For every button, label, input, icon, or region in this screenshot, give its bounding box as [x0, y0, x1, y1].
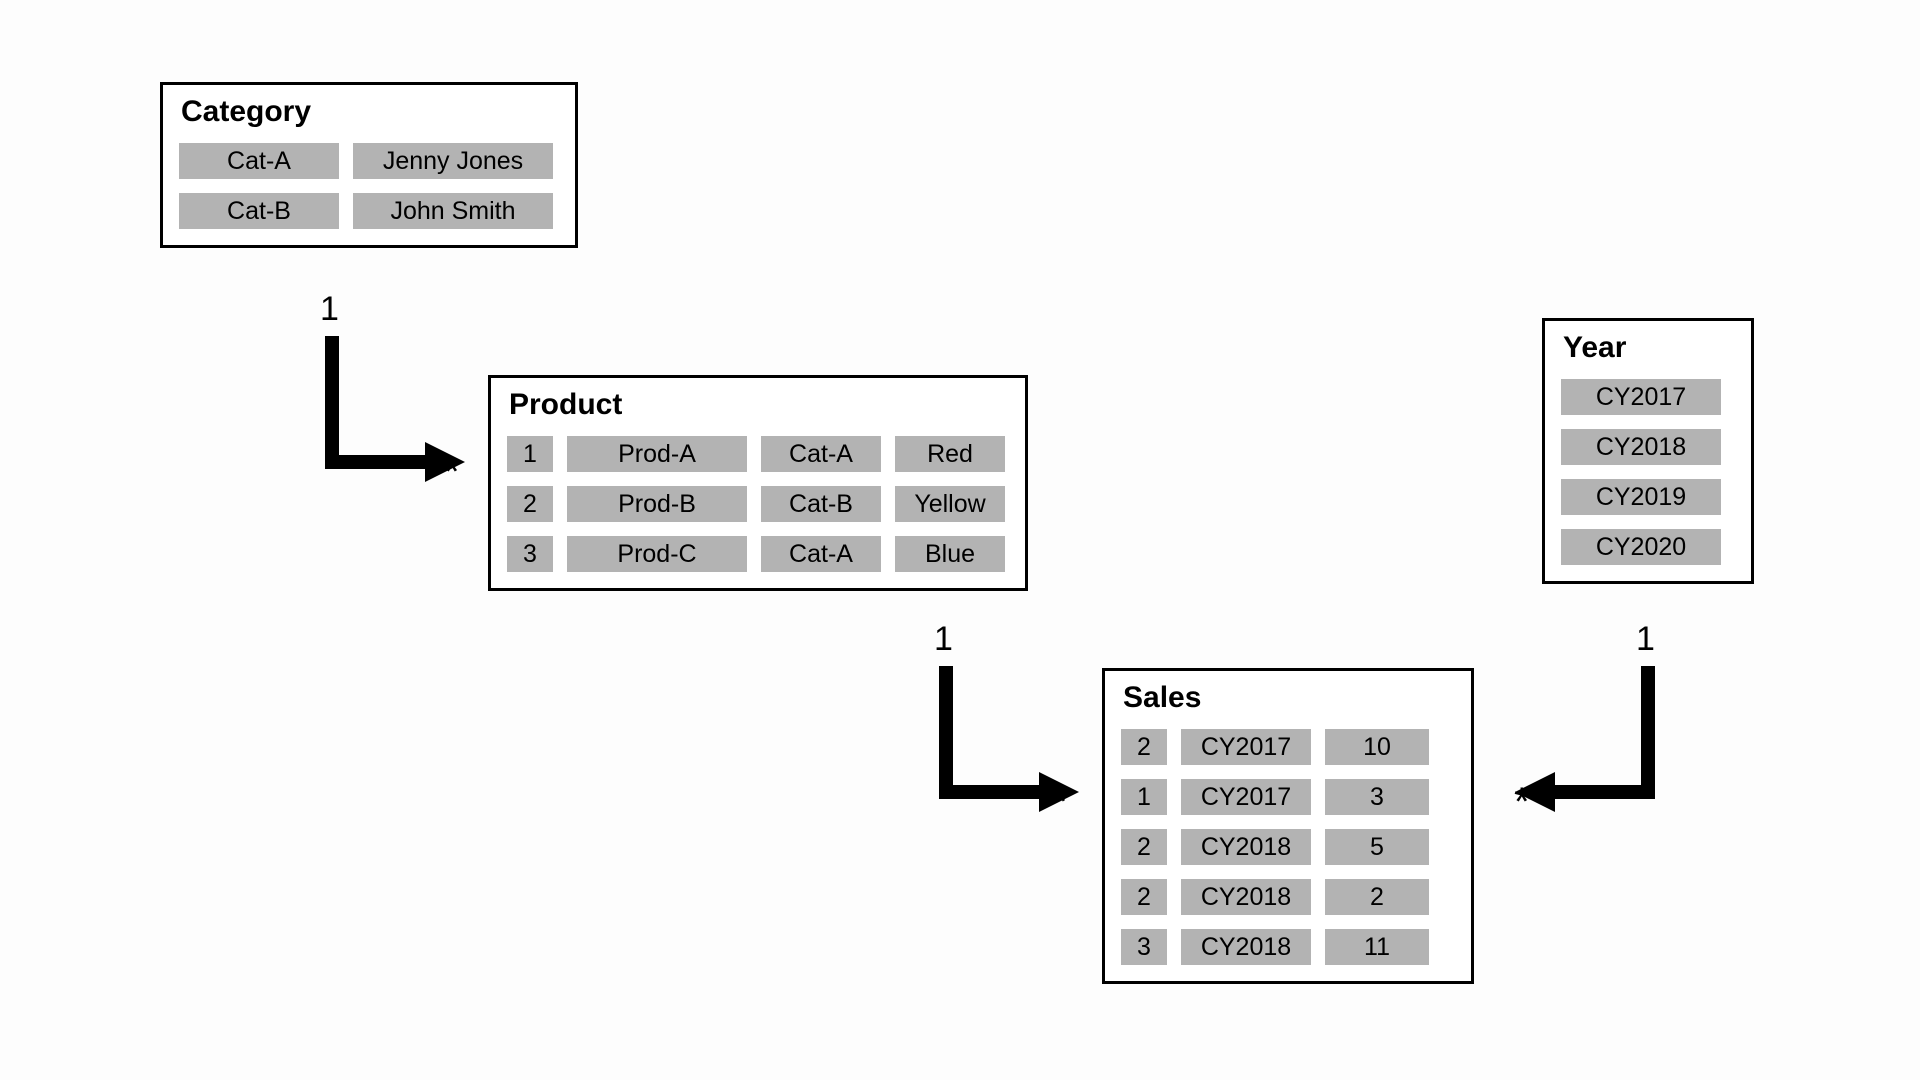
cell: 2 [1325, 879, 1429, 915]
cell: Cat-A [761, 436, 881, 472]
cell: Red [895, 436, 1005, 472]
er-diagram-canvas: Category Cat-A Jenny Jones Cat-B John Sm… [0, 0, 1920, 1080]
cell: Cat-B [179, 193, 339, 229]
cell: CY2017 [1181, 779, 1311, 815]
cardinality-one: 1 [934, 620, 953, 659]
cell: 3 [507, 536, 553, 572]
cell: CY2018 [1181, 879, 1311, 915]
entity-sales: Sales 2 CY2017 10 1 CY2017 3 2 CY2018 5 … [1102, 668, 1474, 984]
cell: 1 [507, 436, 553, 472]
cell: Cat-A [761, 536, 881, 572]
relation-arrow-icon [320, 336, 470, 486]
cell: 5 [1325, 829, 1429, 865]
cell: CY2018 [1181, 829, 1311, 865]
cell: Cat-B [761, 486, 881, 522]
cell: 1 [1121, 779, 1167, 815]
cell: Jenny Jones [353, 143, 553, 179]
entity-year: Year CY2017 CY2018 CY2019 CY2020 [1542, 318, 1754, 584]
cell: CY2018 [1561, 429, 1721, 465]
entity-sales-title: Sales [1123, 681, 1455, 715]
cell: CY2017 [1181, 729, 1311, 765]
cell: 3 [1325, 779, 1429, 815]
entity-category-title: Category [181, 95, 559, 129]
cell: Yellow [895, 486, 1005, 522]
entity-product: Product 1 Prod-A Cat-A Red 2 Prod-B Cat-… [488, 375, 1028, 591]
cell: 3 [1121, 929, 1167, 965]
entity-year-title: Year [1563, 331, 1735, 365]
entity-product-title: Product [509, 388, 1009, 422]
cell: 2 [1121, 879, 1167, 915]
cell: Prod-C [567, 536, 747, 572]
cell: CY2019 [1561, 479, 1721, 515]
cell: Prod-B [567, 486, 747, 522]
relation-arrow-icon [934, 666, 1084, 816]
cell: 2 [507, 486, 553, 522]
cell: CY2020 [1561, 529, 1721, 565]
entity-category: Category Cat-A Jenny Jones Cat-B John Sm… [160, 82, 578, 248]
cell: 2 [1121, 729, 1167, 765]
cardinality-one: 1 [320, 290, 339, 329]
cell: Cat-A [179, 143, 339, 179]
cell: CY2017 [1561, 379, 1721, 415]
cardinality-one: 1 [1636, 620, 1655, 659]
cell: Blue [895, 536, 1005, 572]
cell: 11 [1325, 929, 1429, 965]
cell: 10 [1325, 729, 1429, 765]
cell: 2 [1121, 829, 1167, 865]
cell: John Smith [353, 193, 553, 229]
cell: Prod-A [567, 436, 747, 472]
cell: CY2018 [1181, 929, 1311, 965]
relation-arrow-icon [1500, 666, 1660, 816]
